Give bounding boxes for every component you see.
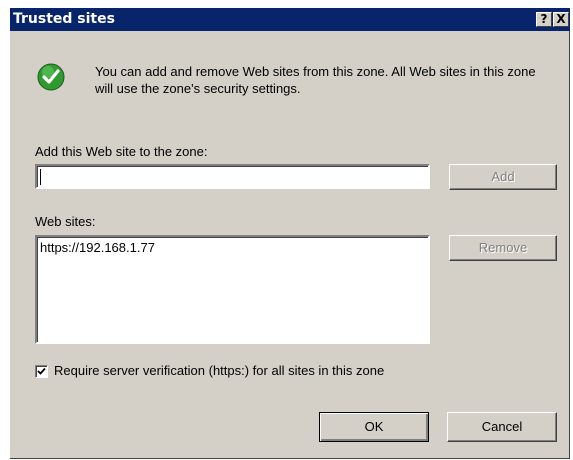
- add-site-input[interactable]: [35, 164, 430, 189]
- checkmark-icon: [37, 367, 46, 375]
- add-button[interactable]: Add: [449, 164, 557, 190]
- green-check-icon: [37, 63, 65, 91]
- ok-button[interactable]: OK: [319, 412, 429, 442]
- text-cursor: [40, 169, 41, 185]
- help-button[interactable]: ?: [536, 12, 552, 27]
- list-item[interactable]: https://192.168.1.77: [40, 240, 155, 255]
- cancel-button[interactable]: Cancel: [447, 412, 557, 442]
- window-title: Trusted sites: [13, 11, 115, 27]
- remove-button[interactable]: Remove: [449, 235, 557, 261]
- zone-info-text: You can add and remove Web sites from th…: [95, 64, 536, 96]
- add-site-label: Add this Web site to the zone:: [35, 144, 208, 159]
- require-verification-label[interactable]: Require server verification (https:) for…: [54, 363, 384, 378]
- web-sites-label: Web sites:: [35, 214, 96, 229]
- title-bar[interactable]: Trusted sites ? X: [10, 8, 570, 31]
- close-button[interactable]: X: [553, 12, 569, 27]
- web-sites-list[interactable]: https://192.168.1.77: [35, 235, 430, 344]
- trusted-sites-dialog: Trusted sites ? X You can add and remove…: [10, 8, 570, 459]
- require-verification-checkbox[interactable]: [35, 365, 48, 378]
